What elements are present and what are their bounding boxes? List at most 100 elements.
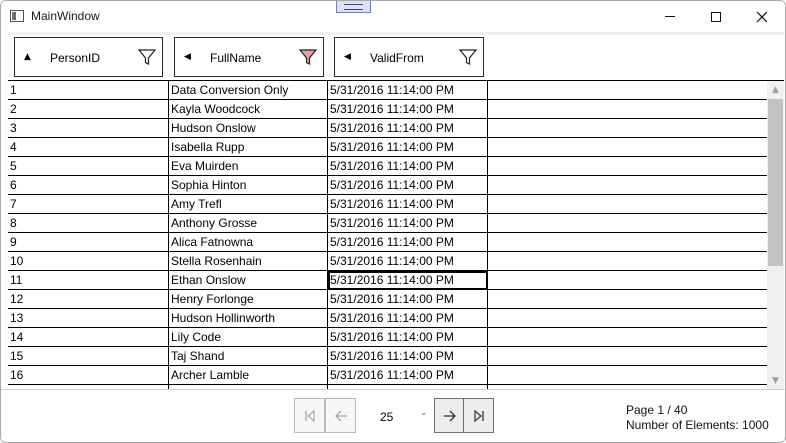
cell-full-name[interactable]: Hudson Hollinworth: [169, 309, 328, 328]
table-row[interactable]: 1 Data Conversion Only 5/31/2016 11:14:00 …: [8, 81, 784, 100]
cell-person-id[interactable]: 5: [8, 157, 169, 176]
cell-valid-from[interactable]: 5/31/2016 11:14:00 PM: [328, 195, 488, 214]
column-header-fullname[interactable]: ◀ FullName: [174, 37, 324, 77]
column-label: PersonID: [50, 51, 101, 65]
table-row[interactable]: 7 Amy Trefl 5/31/2016 11:14:00 PM: [8, 195, 784, 214]
arrow-left-icon: [334, 410, 347, 421]
table-row[interactable]: 15 Taj Shand 5/31/2016 11:14:00 PM: [8, 347, 784, 366]
scroll-up-icon[interactable]: ▲: [767, 81, 784, 98]
table-row[interactable]: 11 Ethan Onslow 5/31/2016 11:14:00 PM: [8, 271, 784, 290]
sort-ascending-icon[interactable]: ▲: [24, 52, 31, 62]
cell-valid-from[interactable]: 5/31/2016 11:14:00 PM: [328, 290, 488, 309]
cell-full-name[interactable]: Ethan Onslow: [169, 271, 328, 290]
cell-full-name[interactable]: Archer Lamble: [169, 366, 328, 385]
cell-full-name[interactable]: Eva Muirden: [169, 157, 328, 176]
cell-valid-from[interactable]: 5/31/2016 11:14:00 PM: [328, 347, 488, 366]
cell-full-name[interactable]: Taj Shand: [169, 347, 328, 366]
scroll-down-icon[interactable]: ▼: [767, 372, 784, 389]
table-row[interactable]: 8 Anthony Grosse 5/31/2016 11:14:00 PM: [8, 214, 784, 233]
table-row[interactable]: 10 Stella Rosenhain 5/31/2016 11:14:00 PM: [8, 252, 784, 271]
cell-full-name[interactable]: Hudson Onslow: [169, 119, 328, 138]
cell-person-id[interactable]: 16: [8, 366, 169, 385]
table-row[interactable]: 6 Sophia Hinton 5/31/2016 11:14:00 PM: [8, 176, 784, 195]
title-bar[interactable]: MainWindow: [1, 1, 785, 32]
cell-person-id[interactable]: 1: [8, 81, 169, 100]
minimize-button[interactable]: [647, 1, 693, 32]
top-grip-handle[interactable]: [336, 1, 371, 13]
table-row[interactable]: 12 Henry Forlonge 5/31/2016 11:14:00 PM: [8, 290, 784, 309]
last-page-button[interactable]: [463, 398, 494, 433]
cell-person-id[interactable]: 8: [8, 214, 169, 233]
filter-active-icon[interactable]: [298, 47, 318, 67]
cell-full-name[interactable]: Anthony Grosse: [169, 214, 328, 233]
cell-valid-from[interactable]: 5/31/2016 11:14:00 PM: [328, 252, 488, 271]
cell-full-name[interactable]: Kayla Woodcock: [169, 100, 328, 119]
cell-full-name[interactable]: Lily Code: [169, 328, 328, 347]
cell-valid-from[interactable]: 5/31/2016 11:14:00 PM: [328, 271, 488, 290]
last-page-icon: [473, 409, 484, 422]
column-label: ValidFrom: [370, 51, 424, 65]
arrow-right-icon: [443, 410, 456, 421]
vertical-scrollbar[interactable]: ▲ ▼: [767, 81, 784, 389]
close-button[interactable]: [739, 1, 785, 32]
cell-person-id[interactable]: 15: [8, 347, 169, 366]
main-window: MainWindow ▲ PersonID ◀ FullName ◀ Valid…: [0, 0, 786, 443]
table-row[interactable]: 3 Hudson Onslow 5/31/2016 11:14:00 PM: [8, 119, 784, 138]
cell-full-name[interactable]: Isabella Rupp: [169, 138, 328, 157]
cell-valid-from[interactable]: 5/31/2016 11:14:00 PM: [328, 309, 488, 328]
table-row[interactable]: 14 Lily Code 5/31/2016 11:14:00 PM: [8, 328, 784, 347]
minimize-icon: [665, 16, 675, 17]
cell-full-name[interactable]: Sophia Hinton: [169, 176, 328, 195]
table-row[interactable]: 16 Archer Lamble 5/31/2016 11:14:00 PM: [8, 366, 784, 385]
sort-none-icon[interactable]: ◀: [184, 52, 191, 62]
cell-full-name[interactable]: Data Conversion Only: [169, 81, 328, 100]
sort-none-icon[interactable]: ◀: [344, 52, 351, 62]
cell-valid-from[interactable]: 5/31/2016 11:14:00 PM: [328, 138, 488, 157]
cell-person-id[interactable]: 11: [8, 271, 169, 290]
page-size-select[interactable]: 25 ⌄: [356, 398, 434, 433]
cell-person-id[interactable]: 13: [8, 309, 169, 328]
column-header-personid[interactable]: ▲ PersonID: [14, 37, 163, 77]
column-header-validfrom[interactable]: ◀ ValidFrom: [334, 37, 484, 77]
cell-valid-from[interactable]: 5/31/2016 11:14:00 PM: [328, 157, 488, 176]
cell-valid-from[interactable]: 5/31/2016 11:14:00 PM: [328, 214, 488, 233]
cell-valid-from[interactable]: 5/31/2016 11:14:00 PM: [328, 233, 488, 252]
table-row[interactable]: 9 Alica Fatnowna 5/31/2016 11:14:00 PM: [8, 233, 784, 252]
app-window-icon: [10, 10, 24, 22]
cell-person-id[interactable]: 10: [8, 252, 169, 271]
cell-valid-from[interactable]: 5/31/2016 11:14:00 PM: [328, 81, 488, 100]
cell-person-id[interactable]: 14: [8, 328, 169, 347]
cell-full-name[interactable]: Amy Trefl: [169, 195, 328, 214]
cell-person-id[interactable]: 2: [8, 100, 169, 119]
cell-valid-from[interactable]: 5/31/2016 11:14:00 PM: [328, 176, 488, 195]
divider: [1, 389, 785, 390]
cell-full-name[interactable]: Henry Forlonge: [169, 290, 328, 309]
table-row[interactable]: 2 Kayla Woodcock 5/31/2016 11:14:00 PM: [8, 100, 784, 119]
header-strip: [8, 32, 784, 35]
page-size-value: 25: [380, 410, 394, 424]
filter-icon[interactable]: [458, 47, 478, 67]
first-page-button[interactable]: [294, 398, 325, 433]
table-row[interactable]: 5 Eva Muirden 5/31/2016 11:14:00 PM: [8, 157, 784, 176]
cell-valid-from[interactable]: 5/31/2016 11:14:00 PM: [328, 328, 488, 347]
scrollbar-thumb[interactable]: [768, 99, 783, 266]
close-icon: [756, 11, 768, 22]
cell-full-name[interactable]: Stella Rosenhain: [169, 252, 328, 271]
cell-person-id[interactable]: 12: [8, 290, 169, 309]
cell-person-id[interactable]: 9: [8, 233, 169, 252]
cell-person-id[interactable]: 3: [8, 119, 169, 138]
previous-page-button[interactable]: [325, 398, 356, 433]
maximize-button[interactable]: [693, 1, 739, 32]
cell-valid-from[interactable]: 5/31/2016 11:14:00 PM: [328, 119, 488, 138]
cell-person-id[interactable]: 6: [8, 176, 169, 195]
filter-icon[interactable]: [137, 47, 157, 67]
cell-person-id[interactable]: 7: [8, 195, 169, 214]
page-indicator: Page 1 / 40: [626, 403, 688, 417]
cell-person-id[interactable]: 4: [8, 138, 169, 157]
table-row[interactable]: 4 Isabella Rupp 5/31/2016 11:14:00 PM: [8, 138, 784, 157]
cell-valid-from[interactable]: 5/31/2016 11:14:00 PM: [328, 366, 488, 385]
table-row[interactable]: 13 Hudson Hollinworth 5/31/2016 11:14:00 P…: [8, 309, 784, 328]
cell-full-name[interactable]: Alica Fatnowna: [169, 233, 328, 252]
cell-valid-from[interactable]: 5/31/2016 11:14:00 PM: [328, 100, 488, 119]
next-page-button[interactable]: [434, 398, 465, 433]
